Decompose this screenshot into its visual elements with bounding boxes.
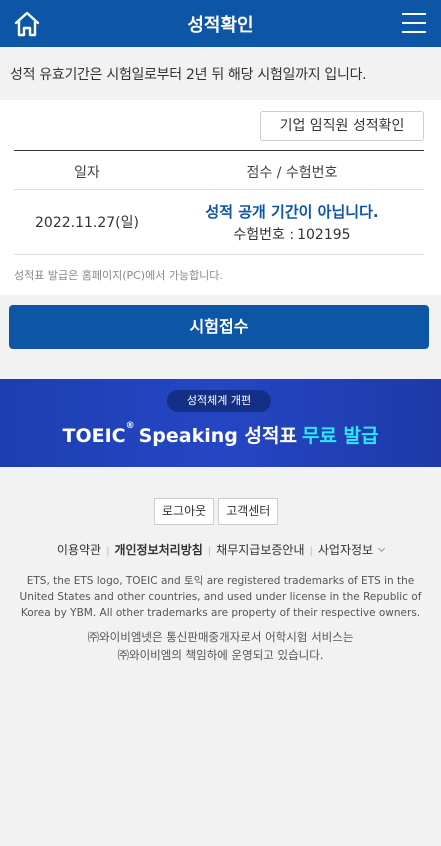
score-status: 성적 공개 기간이 아닙니다. bbox=[205, 203, 379, 221]
footer-links: 이용약관 | 개인정보처리방침 | 채무지급보증안내 | 사업자정보 bbox=[0, 541, 441, 558]
registration-number-label: 수험번호 : bbox=[233, 227, 295, 243]
exam-registration-button[interactable]: 시험접수 bbox=[9, 305, 429, 349]
trademark-notice: ETS, the ETS logo, TOEIC and 토익 are regi… bbox=[19, 575, 422, 619]
promo-banner[interactable]: 성적체계 개편 TOEIC® Speaking 성적표 무료 발급 bbox=[0, 379, 441, 467]
customer-center-button[interactable]: 고객센터 bbox=[218, 498, 279, 525]
company-notice: ㈜와이비엠넷은 통신판매중개자로서 어학시험 서비스는 ㈜와이비엠의 책임하에 … bbox=[10, 628, 431, 664]
footer-buttons: 로그아웃 고객센터 bbox=[154, 498, 282, 525]
banner-headline: TOEIC® Speaking 성적표 무료 발급 bbox=[0, 421, 441, 448]
app-header: 성적확인 bbox=[0, 0, 441, 47]
registration-number: 수험번호 :102195 bbox=[160, 224, 424, 244]
corporate-score-check-button[interactable]: 기업 임직원 성적확인 bbox=[260, 111, 424, 141]
banner-headline-free: 무료 발급 bbox=[301, 425, 379, 447]
link-divider: | bbox=[309, 546, 313, 557]
registration-number-value: 102195 bbox=[297, 227, 351, 243]
terms-link[interactable]: 이용약관 bbox=[57, 543, 101, 557]
company-notice-line-1: ㈜와이비엠넷은 통신판매중개자로서 어학시험 서비스는 bbox=[87, 630, 354, 644]
column-header-score: 점수 / 수험번호 bbox=[246, 165, 338, 181]
hamburger-menu-icon[interactable] bbox=[402, 13, 426, 35]
home-icon[interactable] bbox=[12, 9, 42, 39]
table-header: 일자 점수 / 수험번호 bbox=[14, 150, 424, 190]
certificate-note: 성적표 발급은 홈페이지(PC)에서 가능합니다. bbox=[14, 269, 223, 282]
score-card: 기업 임직원 성적확인 일자 점수 / 수험번호 2022.11.27(일) 성… bbox=[0, 100, 441, 295]
chevron-down-icon[interactable] bbox=[378, 544, 386, 553]
link-divider: | bbox=[207, 546, 212, 557]
column-header-date: 일자 bbox=[74, 165, 100, 181]
page-title: 성적확인 bbox=[187, 15, 254, 36]
exam-date: 2022.11.27(일) bbox=[35, 215, 139, 231]
business-info-link[interactable]: 사업자정보 bbox=[318, 543, 373, 557]
privacy-policy-link[interactable]: 개인정보처리방침 bbox=[114, 543, 202, 557]
banner-headline-brand: TOEIC bbox=[62, 425, 126, 447]
link-divider: | bbox=[106, 546, 110, 557]
table-row: 2022.11.27(일) 성적 공개 기간이 아닙니다. 수험번호 :1021… bbox=[14, 190, 424, 255]
registered-mark: ® bbox=[125, 421, 135, 431]
validity-notice: 성적 유효기간은 시험일로부터 2년 뒤 해당 시험일까지 입니다. bbox=[10, 67, 367, 83]
banner-pill: 성적체계 개편 bbox=[167, 390, 271, 412]
logout-button[interactable]: 로그아웃 bbox=[154, 498, 215, 525]
payment-guarantee-link[interactable]: 채무지급보증안내 bbox=[216, 543, 304, 557]
banner-headline-main: Speaking 성적표 bbox=[138, 425, 297, 447]
company-notice-line-2: ㈜와이비엠의 책임하에 운영되고 있습니다. bbox=[117, 648, 324, 662]
score-table: 일자 점수 / 수험번호 2022.11.27(일) 성적 공개 기간이 아닙니… bbox=[14, 150, 424, 255]
